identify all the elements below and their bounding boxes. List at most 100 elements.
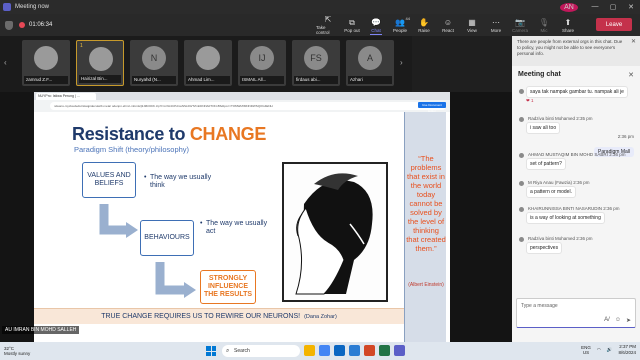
- bullet-act: The way we usually act: [200, 220, 272, 236]
- meeting-toolbar: 01:06:34 ⇱ Take control ⧉ Pop out 💬 Chat 👥 Peop…: [0, 14, 640, 36]
- message-meta: KHAIRUNNISSA BINTI NASARUDIN 2:36 pm: [528, 206, 620, 211]
- document-editor-button: Use Document Editor: [418, 102, 446, 113]
- leave-button[interactable]: Leave: [596, 18, 632, 31]
- weather-widget[interactable]: 32°C Mostly sunny: [4, 346, 30, 356]
- participant-avatar: FS: [304, 46, 328, 70]
- message-text: perspectives: [526, 242, 563, 254]
- volume-icon[interactable]: 🔊: [607, 347, 613, 353]
- toolbar-button-label: React: [442, 27, 454, 33]
- recording-indicator-icon: [19, 22, 25, 28]
- message-input[interactable]: Type a message: [521, 303, 558, 309]
- compose-box[interactable]: Type a message A/ ☺ ➤: [516, 298, 636, 328]
- chat-message[interactable]: KHAIRUNNISSA BINTI NASARUDIN 2:36 pm is a…: [519, 206, 630, 224]
- raise-button[interactable]: ✋ Raise: [412, 14, 436, 36]
- close-chat-icon[interactable]: ✕: [628, 71, 634, 79]
- participant-tile[interactable]: zamrud Z.F...: [22, 40, 70, 86]
- excel-icon[interactable]: [379, 345, 390, 356]
- format-icon[interactable]: A/: [604, 317, 610, 324]
- message-meta: AHMAD MUSTAQIM BIN MOHD SABRI 2:36 pm: [528, 152, 626, 157]
- windows-taskbar: 32°C Mostly sunny Search ENGUS ◠ 🔊 2:37 …: [0, 342, 640, 360]
- react-button[interactable]: ☺ React: [436, 14, 460, 36]
- mic-button[interactable]: 🎙 Mic: [532, 14, 556, 36]
- strip-prev-icon[interactable]: ‹: [4, 58, 7, 67]
- strip-next-icon[interactable]: ›: [400, 58, 403, 67]
- view-button[interactable]: ▦ View: [460, 14, 484, 36]
- participant-name: zamrud Z.F...: [24, 76, 68, 84]
- start-button-icon[interactable]: [206, 346, 216, 356]
- participant-name: Hairizal Bin...: [79, 75, 121, 83]
- heart-reaction-icon[interactable]: ❤ 1: [526, 98, 630, 104]
- sender-avatar: [519, 117, 524, 122]
- take-control-icon: ⇱: [324, 15, 332, 24]
- toolbar-button-label: Pop out: [344, 27, 360, 33]
- send-icon[interactable]: ➤: [626, 317, 631, 324]
- emoji-icon[interactable]: ☺: [615, 317, 621, 324]
- participant-tile[interactable]: N Nuryahd (N...: [130, 40, 178, 86]
- user-avatar[interactable]: AN: [560, 2, 578, 12]
- toolbar-button-label: Raise: [418, 27, 430, 33]
- taskbar-search[interactable]: Search: [222, 345, 300, 357]
- toolbar-button-label: More: [490, 27, 502, 33]
- share-button[interactable]: ⬆ Share: [556, 14, 580, 36]
- taskbar-clock[interactable]: 2:37 PM 8/6/2024: [618, 344, 636, 356]
- sender-avatar: [519, 89, 524, 94]
- quote-author: (Albert Einstein): [408, 282, 444, 288]
- browser-url-bar: ndeans-mycloudedutrstaqpidecuiwtb.meta/ …: [50, 102, 446, 110]
- word-icon[interactable]: [349, 345, 360, 356]
- message-text: saya tak nampak gambar tu. nampak ali je: [526, 86, 628, 98]
- teams-icon[interactable]: [394, 345, 405, 356]
- participant-avatar: [34, 46, 58, 70]
- file-explorer-icon[interactable]: [304, 345, 315, 356]
- bullet-think: The way we usually think: [144, 174, 220, 190]
- take-control-button[interactable]: ⇱ Take control: [316, 14, 340, 36]
- chat-message[interactable]: Radziva binti Mohamed 2:35 pm i saw ali t…: [519, 116, 630, 134]
- people-icon: 👥: [395, 17, 405, 27]
- view-icon: ▦: [468, 17, 476, 27]
- system-tray: ENG US ◠ 🔊 2:37 PM 8/6/2024: [581, 344, 636, 356]
- toolbar-button-label: Share: [561, 27, 574, 33]
- behaviours-box: BEHAVIOURS: [140, 220, 194, 256]
- powerpoint-icon[interactable]: [364, 345, 375, 356]
- share-icon: ⬆: [564, 17, 572, 27]
- participant-tile[interactable]: FS firdaus abi...: [292, 40, 340, 86]
- pop-out-icon: ⧉: [349, 17, 355, 27]
- external-org-notice: There are people from external orgs in t…: [512, 36, 640, 66]
- maximize-button[interactable]: ▢: [604, 3, 622, 12]
- meeting-timer: 01:06:34: [29, 22, 53, 28]
- toolbar-button-label: Chat: [371, 27, 381, 33]
- participant-name: ISMAIL All...: [240, 76, 284, 84]
- participant-tile[interactable]: 1 Hairizal Bin...: [76, 40, 124, 86]
- chat-message[interactable]: saya tak nampak gambar tu. nampak ali je…: [519, 86, 630, 104]
- chat-message[interactable]: M Riya Anau (Fawzia) 2:36 pm a pattern or…: [519, 180, 630, 198]
- teams-app-icon: [3, 3, 11, 11]
- toolbar-button-label: View: [467, 27, 477, 33]
- participant-strip: ‹ zamrud Z.F... 1 Hairizal Bin... N Nuryahd …: [0, 36, 412, 92]
- chrome-icon[interactable]: [319, 345, 330, 356]
- close-window-button[interactable]: ✕: [622, 3, 640, 12]
- chat-message[interactable]: Radziva binti Mohamed 2:36 pm perspective…: [519, 236, 630, 254]
- participant-tile[interactable]: A Azhari: [346, 40, 394, 86]
- more-button[interactable]: ⋯ More: [484, 14, 508, 36]
- chat-panel: There are people from external orgs in t…: [512, 36, 640, 342]
- chat-button[interactable]: 💬 Chat: [364, 14, 388, 36]
- meeting-controls: ⇱ Take control ⧉ Pop out 💬 Chat 👥 People 44 ✋ Rais…: [316, 14, 580, 36]
- minimize-button[interactable]: —: [586, 3, 604, 12]
- shield-icon: [5, 20, 13, 30]
- taskbar-apps: [304, 345, 405, 356]
- chat-message[interactable]: AHMAD MUSTAQIM BIN MOHD SABRI 2:36 pm set…: [519, 152, 630, 170]
- people-button[interactable]: 👥 People 44: [388, 14, 412, 36]
- chat-messages: saya tak nampak gambar tu. nampak ali je…: [512, 86, 640, 298]
- close-notice-icon[interactable]: ✕: [631, 39, 636, 45]
- language-indicator[interactable]: ENG US: [581, 345, 591, 355]
- message-time: 2:36 pm: [617, 134, 634, 139]
- camera-button[interactable]: 📷 Camera: [508, 14, 532, 36]
- participant-name: firdaus abi...: [294, 76, 338, 84]
- edge-icon[interactable]: [334, 345, 345, 356]
- participant-avatar: [89, 47, 113, 71]
- participant-tile[interactable]: IJ ISMAIL All...: [238, 40, 286, 86]
- participant-tile[interactable]: Ahmad Lim...: [184, 40, 232, 86]
- wifi-icon[interactable]: ◠: [597, 347, 601, 353]
- presentation-slide: Resistance to CHANGE Paradigm Shift (the…: [34, 112, 450, 342]
- presenter-name-label: AU IMRAN BIN MOHD SALLEH: [2, 326, 80, 334]
- pop-out-button[interactable]: ⧉ Pop out: [340, 14, 364, 36]
